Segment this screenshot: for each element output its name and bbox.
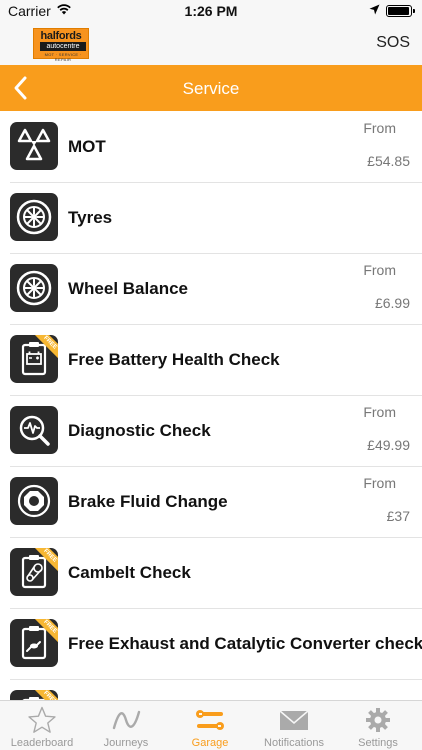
- battery-icon: [386, 5, 415, 17]
- service-name: MOT: [68, 137, 106, 156]
- exhaust-clipboard-icon: FREE: [10, 619, 58, 667]
- diagnostic-magnifier-icon: [10, 406, 58, 454]
- tab-label: Journeys: [103, 737, 149, 749]
- service-name: Free Exhaust and Catalytic Converter che…: [68, 634, 422, 653]
- price-from-label: From: [363, 404, 396, 420]
- service-name: Tyres: [68, 208, 113, 227]
- tab-settings[interactable]: Settings: [336, 701, 420, 750]
- tab-bar: Leaderboard Journeys Garage Notification…: [0, 700, 422, 750]
- gear-icon: [366, 708, 390, 732]
- sos-button[interactable]: SOS: [376, 34, 410, 52]
- envelope-icon: [279, 710, 309, 730]
- wheel-icon: [10, 264, 58, 312]
- service-price: £49.99: [367, 437, 410, 453]
- price-from-label: From: [363, 120, 396, 136]
- service-name: Diagnostic Check: [68, 421, 211, 440]
- tab-label: Garage: [191, 737, 229, 749]
- status-bar: Carrier 1:26 PM: [0, 0, 422, 22]
- tab-garage[interactable]: Garage: [168, 701, 252, 750]
- service-price: £6.99: [374, 295, 410, 311]
- service-list[interactable]: MOT From £54.85 Tyres Wheel Balance From…: [0, 111, 422, 700]
- service-row-cambelt-check[interactable]: FREE Cambelt Check: [0, 537, 422, 609]
- price-from-label: From: [363, 262, 396, 278]
- tab-label: Settings: [358, 737, 398, 749]
- tyre-icon: [10, 193, 58, 241]
- service-row-tyres[interactable]: Tyres: [0, 182, 422, 254]
- page-title: Service: [182, 79, 240, 98]
- clock: 1:26 PM: [184, 3, 238, 19]
- clipboard-icon: FREE: [10, 690, 58, 700]
- service-price: £37: [386, 508, 410, 524]
- service-name: Free Battery Health Check: [68, 350, 280, 369]
- service-name: Wheel Balance: [68, 279, 188, 298]
- service-row-free-exhaust-check[interactable]: FREE Free Exhaust and Catalytic Converte…: [0, 608, 422, 680]
- battery-clipboard-icon: FREE: [10, 335, 58, 383]
- service-row-partial[interactable]: FREE: [0, 679, 422, 700]
- tab-journeys[interactable]: Journeys: [84, 701, 168, 750]
- halfords-autocentre-logo: halfords autocentre MOT · SERVICE · REPA…: [33, 28, 89, 62]
- service-row-mot[interactable]: MOT From £54.85: [0, 111, 422, 183]
- service-name: Cambelt Check: [68, 563, 191, 582]
- service-name: Brake Fluid Change: [68, 492, 228, 511]
- service-row-brake-fluid-change[interactable]: Brake Fluid Change From £37: [0, 466, 422, 538]
- tab-leaderboard[interactable]: Leaderboard: [0, 701, 84, 750]
- brake-icon: [10, 477, 58, 525]
- location-arrow-icon: [369, 4, 380, 15]
- journey-line-icon: [112, 710, 141, 730]
- service-row-wheel-balance[interactable]: Wheel Balance From £6.99: [0, 253, 422, 325]
- nav-bar: Service: [0, 65, 422, 111]
- wrench-icon: [196, 710, 224, 730]
- cambelt-clipboard-icon: FREE: [10, 548, 58, 596]
- service-row-diagnostic-check[interactable]: Diagnostic Check From £49.99: [0, 395, 422, 467]
- tab-label: Leaderboard: [10, 737, 74, 749]
- app-header: halfords autocentre MOT · SERVICE · REPA…: [0, 22, 422, 65]
- price-from-label: From: [363, 475, 396, 491]
- service-row-free-battery-health-check[interactable]: FREE Free Battery Health Check: [0, 324, 422, 396]
- mot-triangles-icon: [10, 122, 58, 170]
- tab-notifications[interactable]: Notifications: [252, 701, 336, 750]
- tab-label: Notifications: [264, 737, 324, 749]
- service-price: £54.85: [367, 153, 410, 169]
- star-icon: [28, 706, 56, 733]
